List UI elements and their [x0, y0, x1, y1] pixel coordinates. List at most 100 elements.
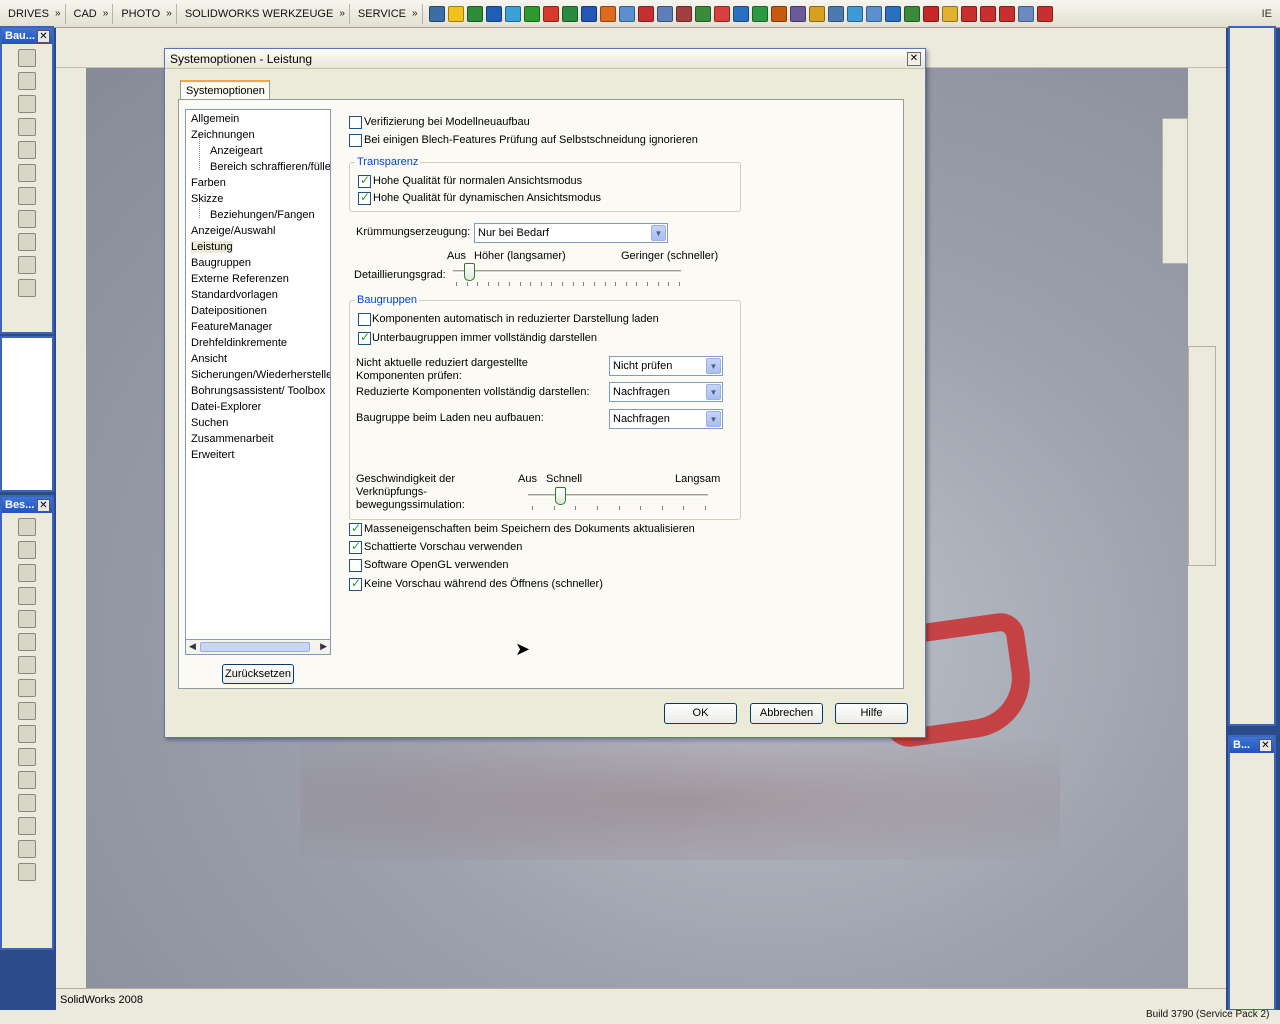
check-stale-select[interactable]: Nicht prüfen ▼: [609, 356, 723, 376]
chevron-down-icon[interactable]: ▼: [651, 225, 666, 241]
app-launch-icon[interactable]: [770, 5, 787, 22]
text-icon[interactable]: [18, 564, 36, 582]
no-preview-checkbox[interactable]: [349, 576, 362, 591]
tree-item-allgemein[interactable]: Allgemein: [191, 113, 239, 125]
dialog-titlebar[interactable]: Systemoptionen - Leistung: [165, 49, 925, 69]
app-launch-icon[interactable]: [675, 5, 692, 22]
app-launch-icon[interactable]: [998, 5, 1015, 22]
curvature-select[interactable]: Nur bei Bedarf ▼: [474, 223, 668, 243]
tool-icon[interactable]: [18, 279, 36, 297]
detail-slider-thumb[interactable]: [463, 263, 475, 281]
resolve-lightweight-select[interactable]: Nachfragen ▼: [609, 382, 723, 402]
scroll-right-icon[interactable]: ▶: [320, 641, 327, 652]
tree-item-zusammenarbeit[interactable]: Zusammenarbeit: [191, 433, 274, 445]
cancel-button[interactable]: Abbrechen: [750, 703, 823, 724]
tree-item-featuremanager[interactable]: FeatureManager: [191, 321, 272, 333]
ie-label[interactable]: IE: [1262, 8, 1280, 20]
app-launch-icon[interactable]: [447, 5, 464, 22]
tool-icon[interactable]: [18, 587, 36, 605]
tree-item-bereich-schraffieren[interactable]: Bereich schraffieren/füllen: [210, 161, 330, 173]
tree-item-erweitert[interactable]: Erweitert: [191, 449, 234, 461]
tool-icon[interactable]: [18, 49, 36, 67]
mass-props-checkbox[interactable]: [349, 521, 362, 536]
app-launch-icon[interactable]: [960, 5, 977, 22]
tree-item-datei-explorer[interactable]: Datei-Explorer: [191, 401, 261, 413]
app-launch-icon[interactable]: [523, 5, 540, 22]
tool-icon[interactable]: [18, 633, 36, 651]
hq-dynamic-checkbox[interactable]: [358, 190, 371, 205]
app-launch-icon[interactable]: [903, 5, 920, 22]
app-launch-icon[interactable]: [466, 5, 483, 22]
app-launch-icon[interactable]: [846, 5, 863, 22]
ignore-self-intersection-checkbox[interactable]: [349, 134, 362, 147]
tool-icon[interactable]: [18, 233, 36, 251]
menu-service[interactable]: SERVICE »: [350, 3, 423, 24]
tool-icon[interactable]: [18, 748, 36, 766]
app-launch-icon[interactable]: [827, 5, 844, 22]
tool-icon[interactable]: [18, 840, 36, 858]
tool-icon[interactable]: [18, 610, 36, 628]
tool-icon[interactable]: [18, 771, 36, 789]
app-launch-icon[interactable]: [979, 5, 996, 22]
options-tree[interactable]: Allgemein Zeichnungen Anzeigeart Bereich…: [185, 109, 331, 655]
tree-horizontal-scrollbar[interactable]: ◀ ▶: [185, 639, 331, 655]
tree-item-farben[interactable]: Farben: [191, 177, 226, 189]
toolbar-title[interactable]: Bau... ✕: [2, 28, 52, 44]
tool-icon[interactable]: [18, 679, 36, 697]
chevron-down-icon[interactable]: ▼: [706, 384, 721, 400]
tool-icon[interactable]: [18, 118, 36, 136]
detail-slider-track[interactable]: [453, 270, 681, 273]
ok-button[interactable]: OK: [664, 703, 737, 724]
app-launch-icon[interactable]: [656, 5, 673, 22]
tool-icon[interactable]: [18, 863, 36, 881]
chevron-down-icon[interactable]: ▼: [706, 358, 721, 374]
app-launch-icon[interactable]: [580, 5, 597, 22]
software-opengl-checkbox[interactable]: [349, 559, 362, 572]
app-launch-icon[interactable]: [542, 5, 559, 22]
tool-icon[interactable]: [18, 164, 36, 182]
app-launch-icon[interactable]: [751, 5, 768, 22]
tool-icon[interactable]: [18, 656, 36, 674]
task-pane-tabs[interactable]: [1162, 118, 1188, 264]
tool-icon[interactable]: [18, 702, 36, 720]
toolbar-title[interactable]: Bes... ✕: [2, 497, 52, 513]
tree-item-sicherungen[interactable]: Sicherungen/Wiederherstellen: [191, 369, 330, 381]
tool-icon[interactable]: [18, 541, 36, 559]
tool-icon[interactable]: [18, 794, 36, 812]
tree-item-leistung[interactable]: Leistung: [191, 241, 233, 253]
tree-item-baugruppen[interactable]: Baugruppen: [191, 257, 251, 269]
app-launch-icon[interactable]: [485, 5, 502, 22]
tool-icon[interactable]: [18, 187, 36, 205]
verify-rebuild-checkbox[interactable]: [349, 116, 362, 129]
hq-normal-checkbox[interactable]: [358, 173, 371, 188]
app-launch-icon[interactable]: [599, 5, 616, 22]
tab-system-options[interactable]: Systemoptionen: [180, 80, 270, 100]
tree-item-externe-referenzen[interactable]: Externe Referenzen: [191, 273, 289, 285]
tree-item-beziehungen-fangen[interactable]: Beziehungen/Fangen: [210, 209, 315, 221]
scroll-thumb[interactable]: [200, 642, 310, 652]
resolve-subassemblies-checkbox[interactable]: [358, 330, 371, 345]
toolbar-title[interactable]: B... ✕: [1230, 737, 1274, 753]
tree-item-zeichnungen[interactable]: Zeichnungen: [191, 129, 255, 141]
tree-item-skizze[interactable]: Skizze: [191, 193, 223, 205]
app-launch-icon[interactable]: [428, 5, 445, 22]
app-launch-icon[interactable]: [1036, 5, 1053, 22]
tool-icon[interactable]: [18, 256, 36, 274]
close-icon[interactable]: ✕: [37, 498, 50, 512]
app-launch-icon[interactable]: [865, 5, 882, 22]
app-launch-icon[interactable]: [561, 5, 578, 22]
app-launch-icon[interactable]: [694, 5, 711, 22]
mate-speed-slider-thumb[interactable]: [555, 487, 567, 505]
tool-icon[interactable]: [18, 72, 36, 90]
tool-icon[interactable]: [18, 817, 36, 835]
close-icon[interactable]: ✕: [907, 52, 921, 66]
close-icon[interactable]: ✕: [1259, 738, 1272, 752]
tree-item-anzeigeart[interactable]: Anzeigeart: [210, 145, 263, 157]
rebuild-on-load-select[interactable]: Nachfragen ▼: [609, 409, 723, 429]
shaded-preview-checkbox[interactable]: [349, 539, 362, 554]
app-launch-icon[interactable]: [713, 5, 730, 22]
tool-icon[interactable]: [18, 141, 36, 159]
app-launch-icon[interactable]: [941, 5, 958, 22]
tool-icon[interactable]: [18, 518, 36, 536]
tree-item-anzeige-auswahl[interactable]: Anzeige/Auswahl: [191, 225, 275, 237]
